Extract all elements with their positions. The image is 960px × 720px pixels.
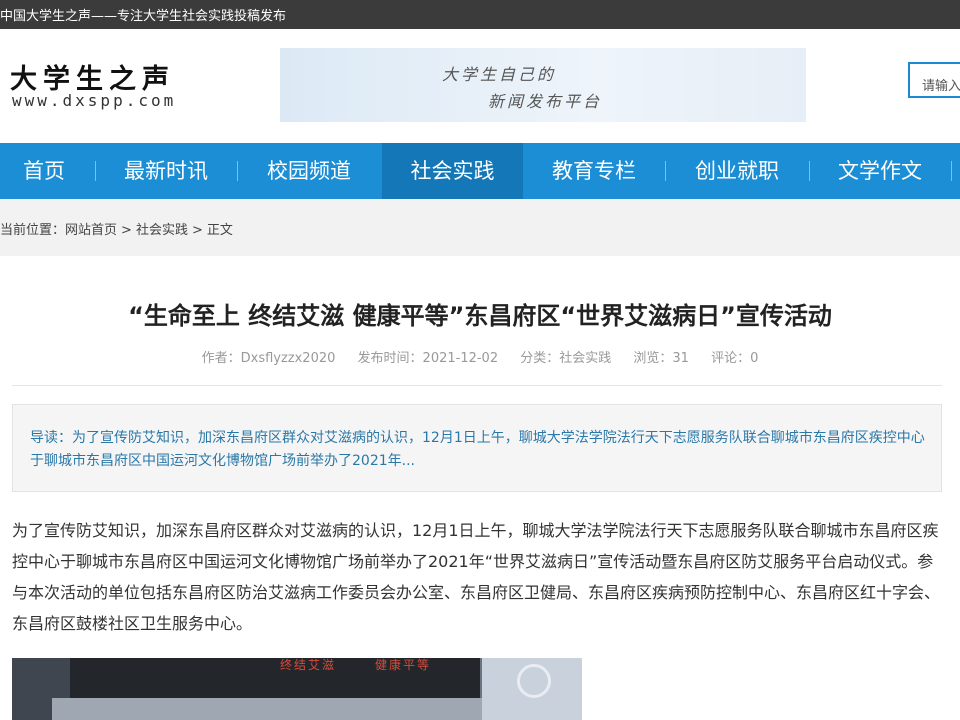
breadcrumb-home-link[interactable]: 网站首页 — [65, 223, 117, 238]
site-header: 大学生之声 www.dxspp.com 大学生自己的 新闻发布平台 — [0, 29, 960, 143]
nav-separator — [951, 161, 952, 181]
article-title: “生命至上 终结艾滋 健康平等”东昌府区“世界艾滋病日”宣传活动 — [128, 302, 832, 330]
nav-item-latest-news[interactable]: 最新时讯 — [102, 143, 230, 199]
article-summary: 导读：为了宣传防艾知识，加深东昌府区群众对艾滋病的认识，12月1日上午，聊城大学… — [30, 430, 925, 469]
breadcrumb-bar: 当前位置：网站首页 > 社会实践 > 正文 — [0, 199, 960, 256]
nav-item-education[interactable]: 教育专栏 — [530, 143, 658, 199]
breadcrumb-separator: > — [121, 223, 132, 238]
title-divider — [12, 385, 942, 386]
article-photo: 终结艾滋 健康平等 — [12, 658, 582, 720]
top-bar: 中国大学生之声——专注大学生社会实践投稿发布 — [0, 0, 960, 29]
photo-round-window — [517, 664, 551, 698]
site-domain: www.dxspp.com — [12, 91, 177, 110]
nav-separator — [809, 161, 810, 181]
breadcrumb-category-link[interactable]: 社会实践 — [136, 223, 188, 238]
article-author: 作者：Dxsflyzzx2020 — [201, 351, 336, 366]
photo-awning — [52, 698, 522, 720]
banner-line-2: 新闻发布平台 — [488, 92, 603, 111]
nav-item-literature[interactable]: 文学作文 — [816, 143, 944, 199]
article-meta: 作者：Dxsflyzzx2020 发布时间：2021-12-02 分类：社会实践… — [0, 347, 960, 366]
nav-item-social-practice[interactable]: 社会实践 — [382, 143, 523, 199]
nav-item-campus[interactable]: 校园频道 — [244, 143, 374, 199]
nav-item-career[interactable]: 创业就职 — [672, 143, 802, 199]
nav-separator — [665, 161, 666, 181]
nav-separator — [237, 161, 238, 181]
article-body: 为了宣传防艾知识，加深东昌府区群众对艾滋病的认识，12月1日上午，聊城大学法学院… — [12, 521, 941, 633]
article-comments: 评论：0 — [711, 351, 759, 366]
main-nav: 首页 最新时讯 校园频道 社会实践 教育专栏 创业就职 文学作文 — [0, 143, 960, 199]
breadcrumb-current: 正文 — [206, 223, 233, 238]
photo-board-text-1: 终结艾滋 — [280, 658, 337, 672]
header-banner: 大学生自己的 新闻发布平台 — [280, 48, 806, 122]
photo-led-board: 终结艾滋 健康平等 — [70, 658, 480, 698]
breadcrumb-prefix: 当前位置： — [0, 223, 66, 238]
article-category[interactable]: 分类：社会实践 — [520, 351, 611, 366]
banner-line-1: 大学生自己的 — [442, 65, 557, 84]
site-slogan: 中国大学生之声——专注大学生社会实践投稿发布 — [0, 9, 287, 24]
breadcrumb-separator: > — [191, 223, 203, 238]
nav-item-home[interactable]: 首页 — [0, 143, 88, 199]
search-input[interactable] — [908, 62, 960, 98]
article-date: 发布时间：2021-12-02 — [357, 351, 499, 366]
article-container: “生命至上 终结艾滋 健康平等”东昌府区“世界艾滋病日”宣传活动 作者：Dxsf… — [0, 256, 960, 720]
nav-separator — [95, 161, 96, 181]
article-summary-box: 导读：为了宣传防艾知识，加深东昌府区群众对艾滋病的认识，12月1日上午，聊城大学… — [12, 404, 942, 492]
photo-board-text-2: 健康平等 — [375, 658, 432, 672]
breadcrumb: 当前位置：网站首页 > 社会实践 > 正文 — [0, 219, 233, 238]
article-views: 浏览：31 — [633, 351, 689, 366]
